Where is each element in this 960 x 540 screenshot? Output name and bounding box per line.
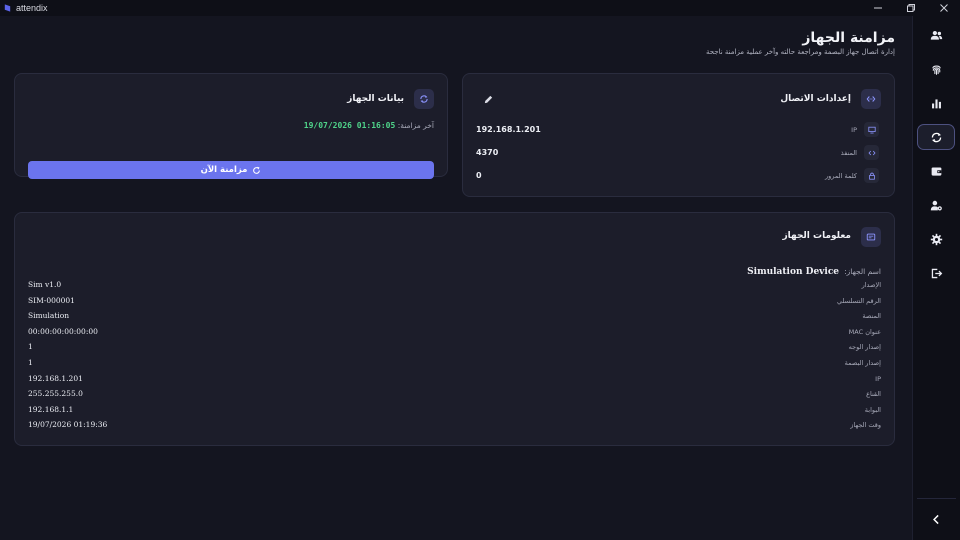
connection-icon-box <box>861 89 881 109</box>
ip-label: IP <box>851 126 857 134</box>
ip-row-icon <box>864 122 879 137</box>
sidebar-item-employees[interactable] <box>917 22 955 48</box>
device-info-card: معلومات الجهاز اسم الجهاز: Simulation De… <box>14 212 895 446</box>
device-info-label: القناع <box>866 390 881 399</box>
app-logo-icon <box>4 4 11 12</box>
close-icon <box>939 4 948 12</box>
device-info-value: Simulation <box>28 311 70 321</box>
pencil-icon <box>484 95 492 103</box>
device-info-value: 255.255.255.0 <box>28 389 83 399</box>
device-info-label: المنصة <box>862 312 881 321</box>
device-info-value: SIM-000001 <box>28 295 75 305</box>
sidebar-item-users[interactable] <box>917 192 955 218</box>
device-info-value: 19/07/2026 01:19:36 <box>28 420 108 430</box>
device-info-label: البوابة <box>864 405 881 414</box>
device-info-value: 1 <box>28 358 33 367</box>
refresh-icon <box>253 166 261 174</box>
device-name-value: Simulation Device <box>747 267 840 277</box>
monitor-icon <box>867 126 876 133</box>
sidebar-item-device-sync[interactable] <box>917 124 955 150</box>
ip-value: 192.168.1.201 <box>476 125 541 134</box>
logout-icon <box>931 268 942 278</box>
minimize-button[interactable] <box>861 0 894 16</box>
device-info-label: الإصدار <box>861 281 881 289</box>
password-row-icon <box>864 168 879 183</box>
wallet-icon <box>931 166 941 176</box>
port-label: المنفذ <box>840 149 857 157</box>
title-bar: attendix <box>0 0 960 16</box>
sync-icon <box>420 95 428 103</box>
chevron-left-icon <box>932 514 939 524</box>
restore-icon <box>906 4 915 12</box>
device-info-label: عنوان MAC <box>848 327 881 336</box>
connection-settings-title: إعدادات الاتصال <box>780 94 851 104</box>
last-sync-row: آخر مزامنة: 19/07/2026 01:16:05 <box>304 121 434 130</box>
main-content: مزامنة الجهاز إدارة اتصال جهاز البصمة وم… <box>0 16 912 540</box>
device-name-label: اسم الجهاز: <box>844 267 881 276</box>
page-title: مزامنة الجهاز <box>802 30 895 46</box>
sync-now-label: مزامنة الآن <box>200 165 248 175</box>
restore-button[interactable] <box>894 0 927 16</box>
device-info-value: 1 <box>28 342 33 352</box>
edit-connection-button[interactable] <box>480 91 496 107</box>
page-subtitle: إدارة اتصال جهاز البصمة ومراجعة حالته وآ… <box>705 48 895 56</box>
sidebar-item-logout[interactable] <box>917 260 955 286</box>
device-info-label: الرقم التسلسلي <box>837 296 881 305</box>
device-info-value: 00:00:00:00:00:00 <box>28 326 98 336</box>
code-icon <box>866 96 876 102</box>
users-icon <box>930 30 942 40</box>
bar-chart-icon <box>931 98 941 108</box>
password-label: كلمة المرور <box>825 172 857 180</box>
window-controls <box>861 0 960 16</box>
device-info-label: IP <box>875 374 881 383</box>
sidebar-item-payroll[interactable] <box>917 158 955 184</box>
sidebar-collapse-button[interactable] <box>917 506 955 532</box>
minimize-icon <box>873 7 882 9</box>
password-value: 0 <box>476 171 482 180</box>
device-info-value: Sim v1.0 <box>28 280 62 289</box>
last-sync-label: آخر مزامنة: <box>397 121 434 130</box>
sidebar-item-settings[interactable] <box>917 226 955 252</box>
connection-settings-card: إعدادات الاتصال IP 192.168.1.201 المنفذ … <box>462 73 895 197</box>
device-info-label: إصدار الوجه <box>848 343 881 352</box>
last-sync-value: 19/07/2026 01:16:05 <box>303 121 396 130</box>
device-name-row: اسم الجهاز: Simulation Device <box>747 259 881 278</box>
window-title: attendix <box>16 3 48 13</box>
user-settings-icon <box>930 200 942 210</box>
sync-now-button[interactable]: مزامنة الآن <box>28 161 434 179</box>
port-value: 4370 <box>476 148 499 157</box>
sync-icon <box>931 132 941 142</box>
device-info-value: 192.168.1.1 <box>28 404 74 414</box>
device-data-title: بيانات الجهاز <box>347 94 404 104</box>
device-info-icon-box <box>861 227 881 247</box>
sidebar-item-fingerprint[interactable] <box>917 56 955 82</box>
device-card-icon <box>866 233 876 241</box>
port-row-icon <box>864 145 879 160</box>
sidebar-divider <box>917 498 956 499</box>
device-info-label: إصدار البصمة <box>844 359 881 367</box>
gear-icon <box>930 233 942 245</box>
device-info-label: وقت الجهاز <box>850 421 881 430</box>
fingerprint-icon <box>931 65 941 75</box>
code-icon <box>868 150 875 155</box>
device-info-value: 192.168.1.201 <box>28 373 83 383</box>
device-info-title: معلومات الجهاز <box>782 231 851 241</box>
lock-icon <box>868 172 875 180</box>
sidebar <box>912 16 960 540</box>
close-button[interactable] <box>927 0 960 16</box>
sidebar-item-reports[interactable] <box>917 90 955 116</box>
device-data-icon-box <box>414 89 434 109</box>
